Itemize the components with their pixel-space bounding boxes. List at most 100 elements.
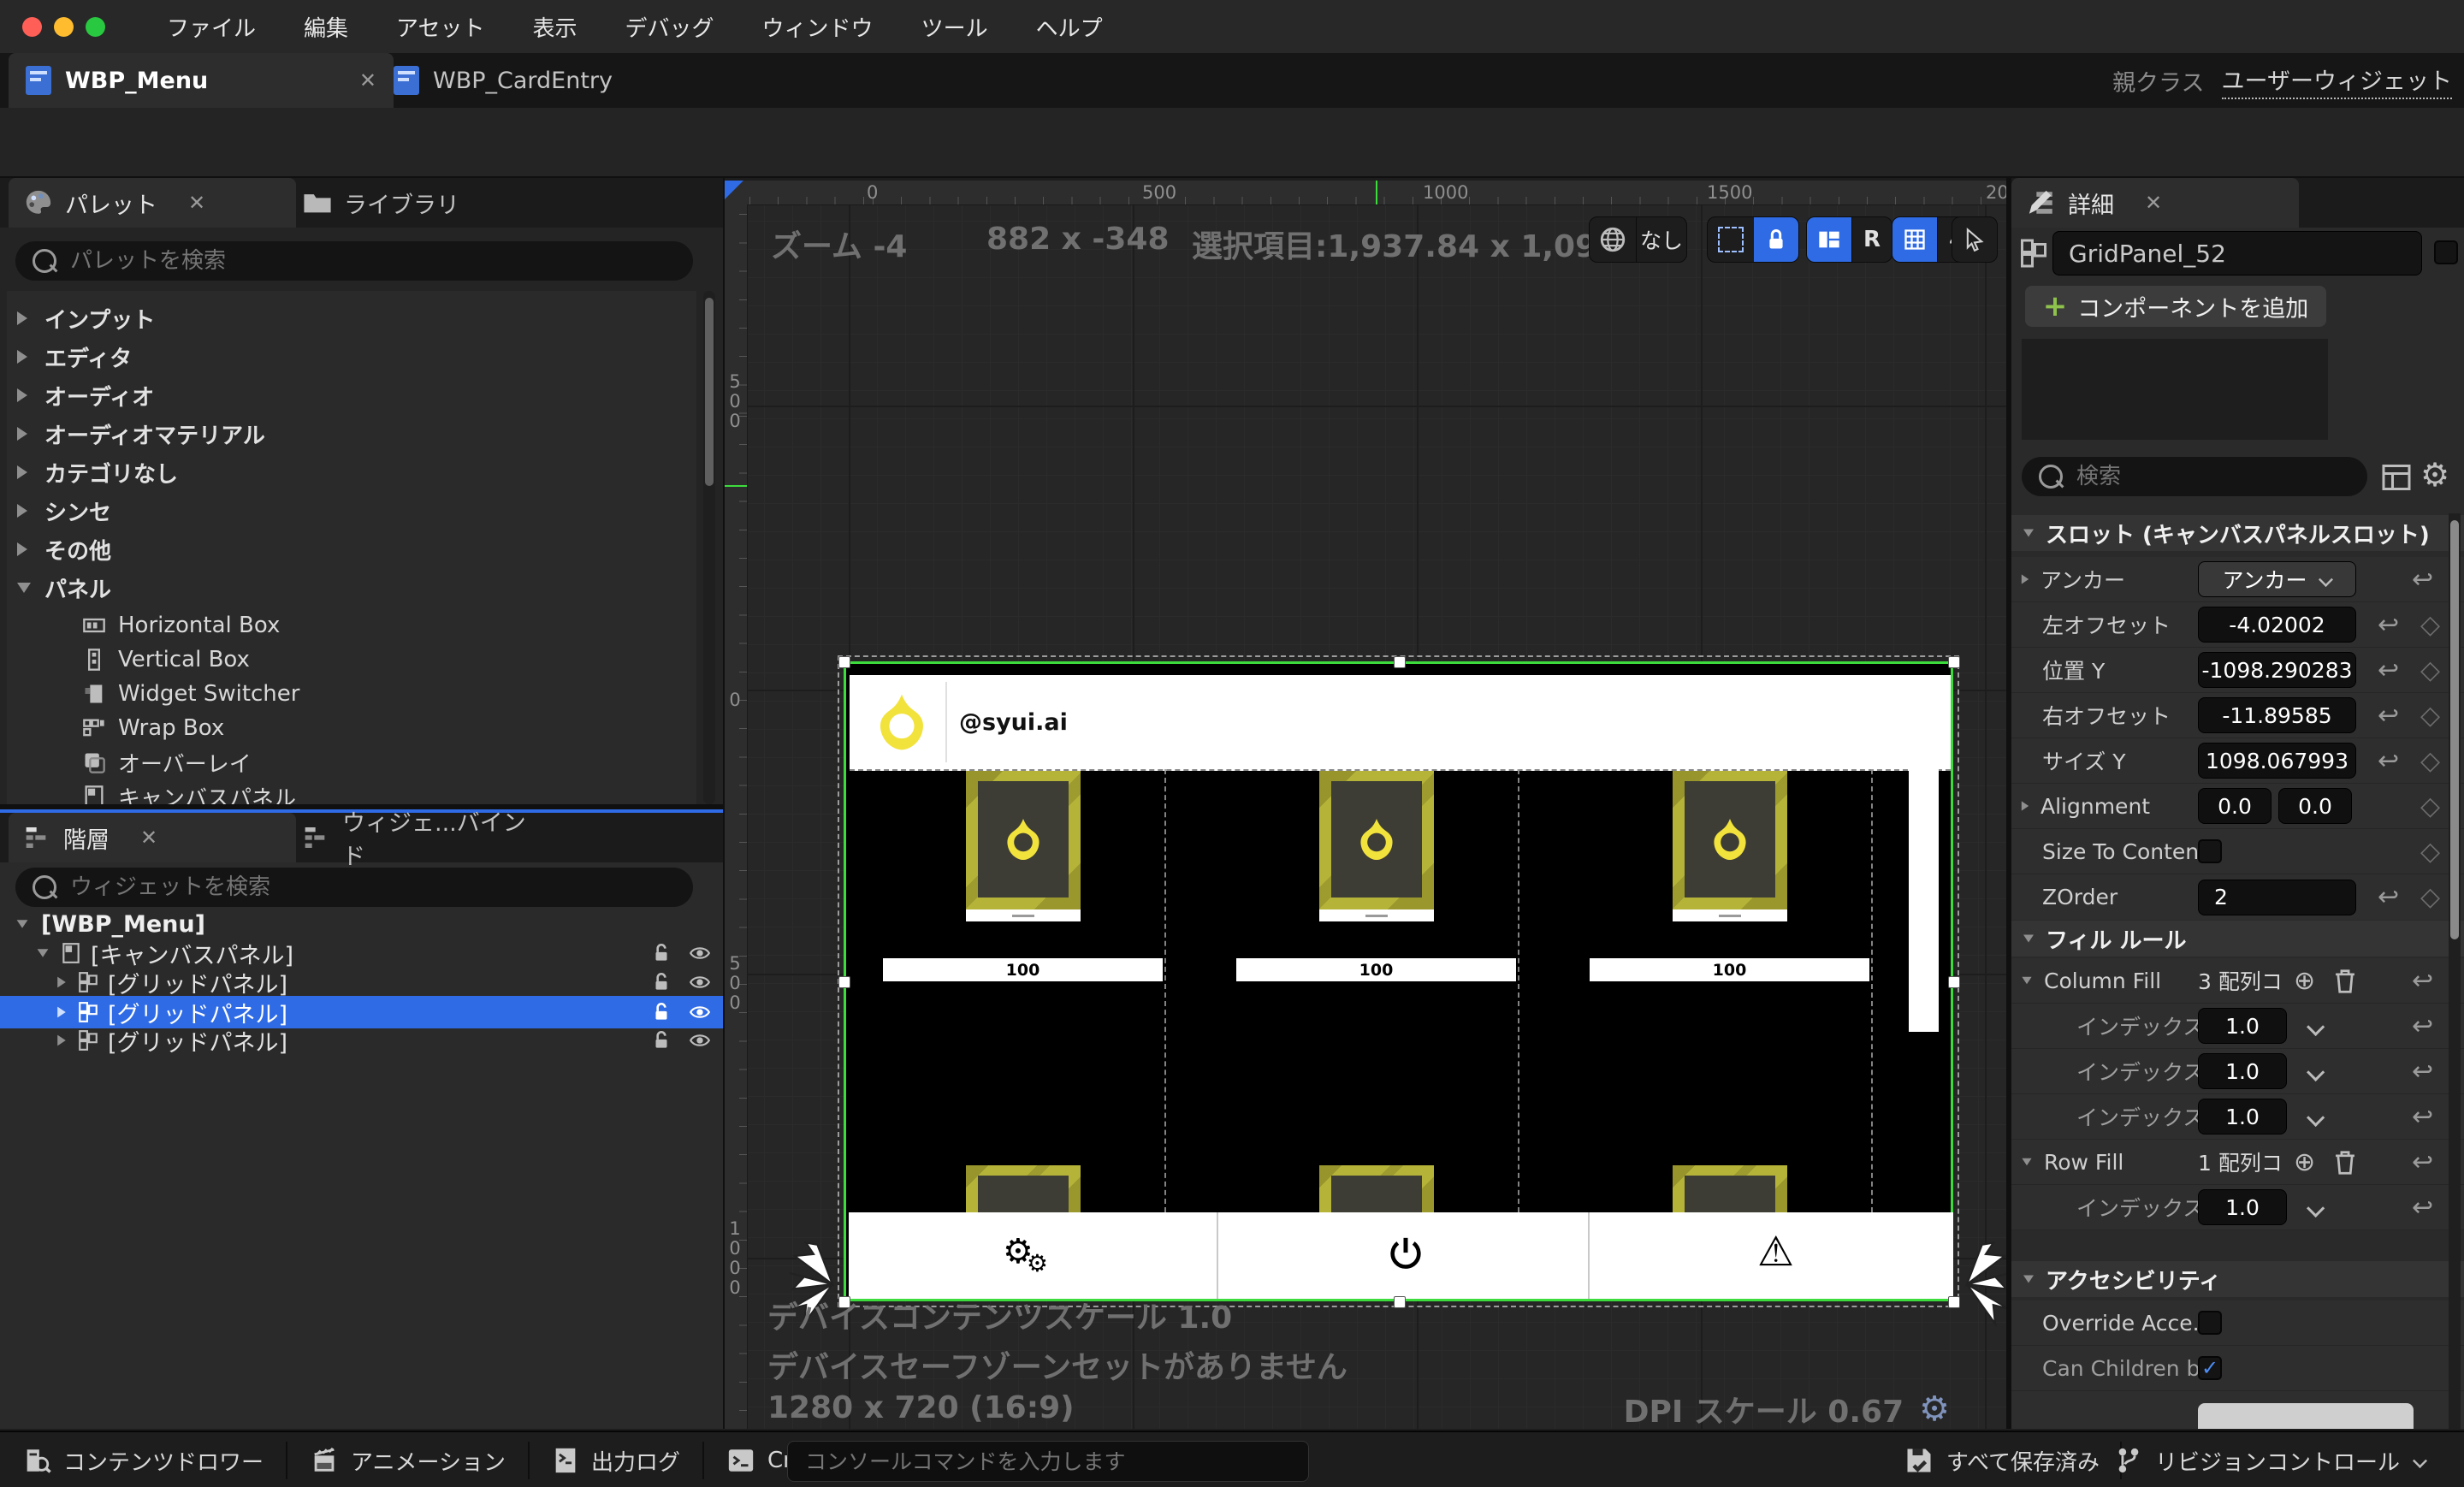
menu-view[interactable]: 表示 [533, 11, 578, 43]
output-log-button[interactable]: 出力ログ [530, 1432, 702, 1487]
localization-globe-button[interactable] [1590, 217, 1636, 262]
designer-viewport[interactable]: 0 500 1000 1500 200 5 0 0 0 5 0 0 1 0 0 … [723, 181, 2006, 1429]
lock-open-icon[interactable] [650, 971, 672, 993]
close-icon[interactable]: ✕ [188, 191, 205, 215]
tree-row-grid-panel-3[interactable]: [グリッドパネル] [56, 1025, 712, 1056]
dock-divider[interactable] [0, 804, 723, 809]
index-field[interactable]: 1.0 [2198, 1008, 2287, 1044]
palette-scrollbar[interactable] [703, 291, 715, 804]
design-scrollbar[interactable] [1909, 765, 1939, 1032]
tree-row-root[interactable]: [WBP_Menu] [15, 909, 205, 939]
tab-hierarchy[interactable]: 階層 ✕ [9, 813, 296, 862]
console-input[interactable] [788, 1449, 1308, 1474]
lock-open-icon[interactable] [650, 942, 672, 964]
tree-row-canvas-panel[interactable]: [キャンバスパネル] [36, 938, 712, 969]
card-entry-1[interactable] [966, 771, 1081, 921]
palette-search[interactable] [15, 241, 693, 281]
palette-item-vertical-box[interactable]: Vertical Box [82, 643, 250, 676]
size-y-field[interactable]: 1098.067993 [2198, 743, 2356, 779]
resize-handle-n[interactable] [1394, 656, 1406, 668]
close-icon[interactable]: ✕ [359, 68, 376, 92]
resize-handle-w[interactable] [838, 976, 850, 988]
revision-control-button[interactable]: リビジョンコントロール [2114, 1432, 2426, 1487]
section-accessibility[interactable]: アクセシビリティ [2011, 1261, 2464, 1297]
console-input-box[interactable] [787, 1441, 1309, 1482]
cursor-tool-button[interactable] [1952, 216, 1998, 263]
content-drawer-button[interactable]: コンテンツドロワー [0, 1432, 286, 1487]
expander-icon[interactable] [2022, 1158, 2031, 1165]
palette-category-synth[interactable]: シンセ [17, 494, 111, 528]
localization-none-button[interactable]: なし [1636, 217, 1686, 262]
reset-icon[interactable]: ↩ [2378, 746, 2399, 776]
reset-icon[interactable]: ↩ [2412, 1011, 2433, 1041]
animation-button[interactable]: アニメーション [287, 1432, 528, 1487]
left-offset-field[interactable]: -4.02002 [2198, 607, 2356, 643]
bind-diamond-icon[interactable]: ◇ [2420, 701, 2440, 731]
power-icon[interactable] [1386, 1235, 1425, 1274]
parent-class-link[interactable]: ユーザーウィジェット [2222, 62, 2452, 99]
palette-search-input[interactable] [68, 247, 693, 275]
dock-divider[interactable] [723, 178, 725, 1429]
palette-item-wrap-box[interactable]: Wrap Box [82, 712, 224, 744]
widget-name-field[interactable] [2052, 231, 2422, 275]
palette-item-horizontal-box[interactable]: Horizontal Box [82, 609, 280, 642]
chevron-down-icon[interactable] [2307, 1063, 2325, 1081]
reset-icon[interactable]: ↩ [2412, 565, 2433, 595]
section-fill-rules[interactable]: フィル ルール [2011, 921, 2464, 957]
palette-category-audio[interactable]: オーディオ [17, 378, 154, 412]
lock-button[interactable] [1754, 217, 1798, 262]
close-icon[interactable]: ✕ [140, 826, 157, 850]
card-entry-4-partial[interactable] [966, 1165, 1081, 1212]
lock-open-icon[interactable] [650, 1001, 672, 1023]
details-search-input[interactable] [2075, 463, 2367, 490]
settings-gears-icon[interactable]: ⚙⚙ [1003, 1235, 1055, 1269]
tab-wbp-cardentry[interactable]: WBP_CardEntry [376, 53, 659, 108]
tab-wbp-menu[interactable]: WBP_Menu ✕ [9, 53, 394, 108]
widget-name-input[interactable] [2053, 240, 2421, 268]
tab-palette[interactable]: パレット ✕ [9, 178, 296, 228]
reset-icon[interactable]: ↩ [2378, 655, 2399, 685]
reset-icon[interactable]: ↩ [2378, 701, 2399, 731]
eye-icon[interactable] [688, 1001, 712, 1023]
size-to-content-checkbox[interactable] [2198, 839, 2222, 863]
hierarchy-search[interactable] [15, 868, 693, 907]
lock-open-icon[interactable] [650, 1029, 672, 1052]
menu-file[interactable]: ファイル [167, 11, 256, 43]
eye-icon[interactable] [688, 1029, 712, 1052]
palette-category-editor[interactable]: エディタ [17, 340, 132, 374]
menu-asset[interactable]: アセット [396, 11, 484, 43]
resize-handle-nw[interactable] [838, 656, 850, 668]
resize-handle-ne[interactable] [1948, 656, 1960, 668]
card-entry-6-partial[interactable] [1673, 1165, 1787, 1212]
menu-window[interactable]: ウィンドウ [762, 11, 874, 43]
card-entry-2[interactable] [1319, 771, 1434, 921]
hierarchy-search-input[interactable] [68, 874, 693, 901]
tab-widget-bind[interactable]: ウィジェ...バインド [287, 813, 558, 862]
chevron-down-icon[interactable] [2307, 1200, 2325, 1217]
reset-icon[interactable]: ↩ [2412, 1193, 2433, 1223]
expander-icon[interactable] [2022, 574, 2029, 584]
bind-diamond-icon[interactable]: ◇ [2420, 655, 2440, 685]
menu-debug[interactable]: デバッグ [625, 11, 714, 43]
reset-icon[interactable]: ↩ [2412, 1057, 2433, 1087]
anchor-dropdown[interactable]: アンカー [2198, 561, 2356, 597]
index-field[interactable]: 1.0 [2198, 1189, 2287, 1225]
reset-icon[interactable]: ↩ [2378, 882, 2399, 912]
dashed-selection-button[interactable] [1708, 217, 1754, 262]
eye-icon[interactable] [688, 971, 712, 993]
reset-icon[interactable]: ↩ [2378, 610, 2399, 640]
eye-icon[interactable] [688, 942, 712, 964]
is-variable-checkbox[interactable] [2434, 240, 2458, 264]
grid-snap-button[interactable] [1892, 217, 1937, 262]
close-icon[interactable]: ✕ [2145, 191, 2162, 215]
palette-category-audio-material[interactable]: オーディオマテリアル [17, 417, 265, 451]
menu-edit[interactable]: 編集 [304, 11, 348, 43]
palette-category-input[interactable]: インプット [17, 301, 155, 335]
palette-scrollbar-thumb[interactable] [705, 298, 714, 486]
settings-gear-icon[interactable]: ⚙ [2420, 459, 2449, 491]
bind-diamond-icon[interactable]: ◇ [2420, 837, 2440, 867]
chevron-down-icon[interactable] [2307, 1018, 2325, 1036]
card-entry-3[interactable] [1673, 771, 1787, 921]
dpi-settings-gear-icon[interactable]: ⚙ [1919, 1392, 1950, 1426]
bind-diamond-icon[interactable]: ◇ [2420, 882, 2440, 912]
